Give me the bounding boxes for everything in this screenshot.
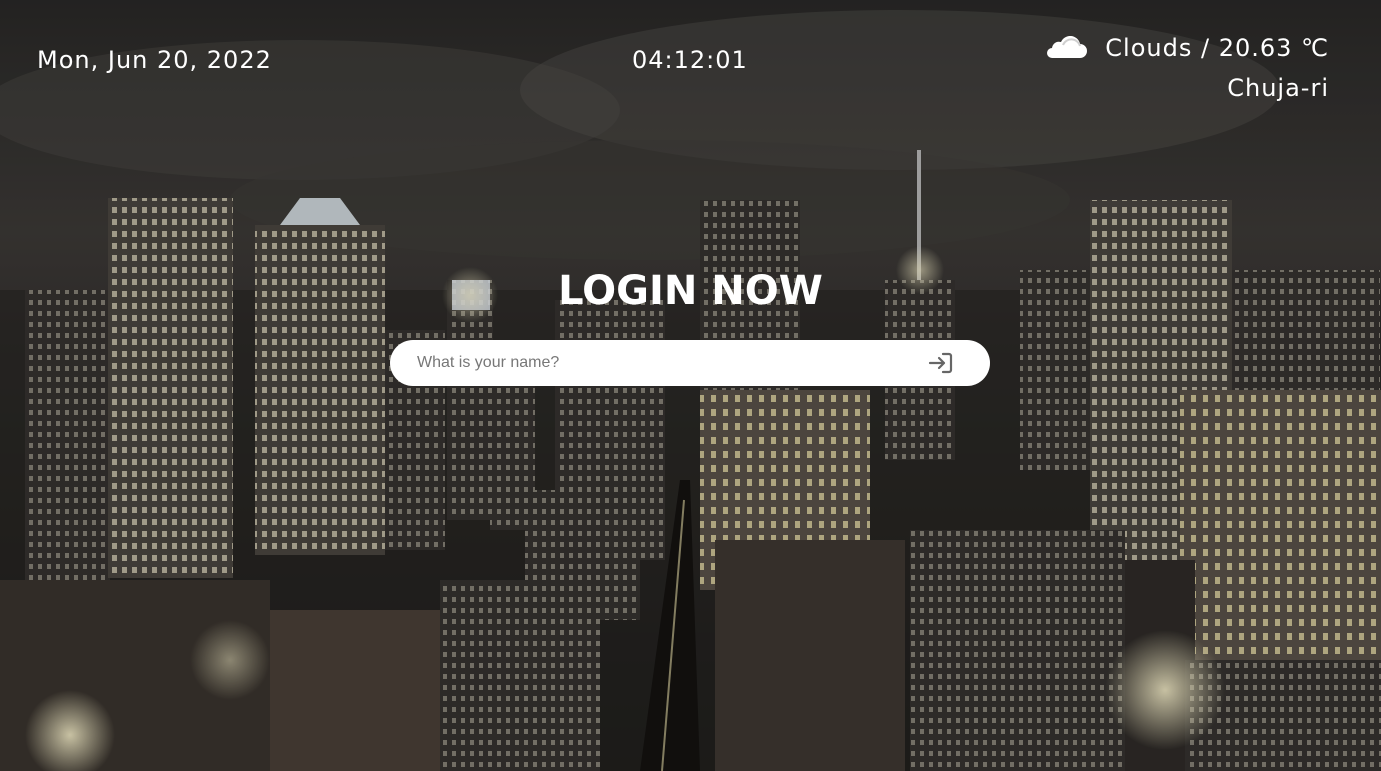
current-time: 04:12:01	[632, 46, 748, 74]
current-date: Mon, Jun 20, 2022	[37, 46, 272, 74]
name-input-bar	[390, 340, 990, 386]
weather-summary: Clouds / 20.63 ℃	[1105, 34, 1329, 62]
weather-city: Chuja-ri	[1227, 74, 1329, 102]
login-title: LOGIN NOW	[558, 268, 823, 314]
cloud-icon	[1047, 36, 1088, 58]
name-input[interactable]	[415, 353, 928, 373]
weather-widget: Clouds / 20.63 ℃ Chuja-ri	[1043, 34, 1329, 102]
sign-in-icon[interactable]	[928, 351, 954, 375]
